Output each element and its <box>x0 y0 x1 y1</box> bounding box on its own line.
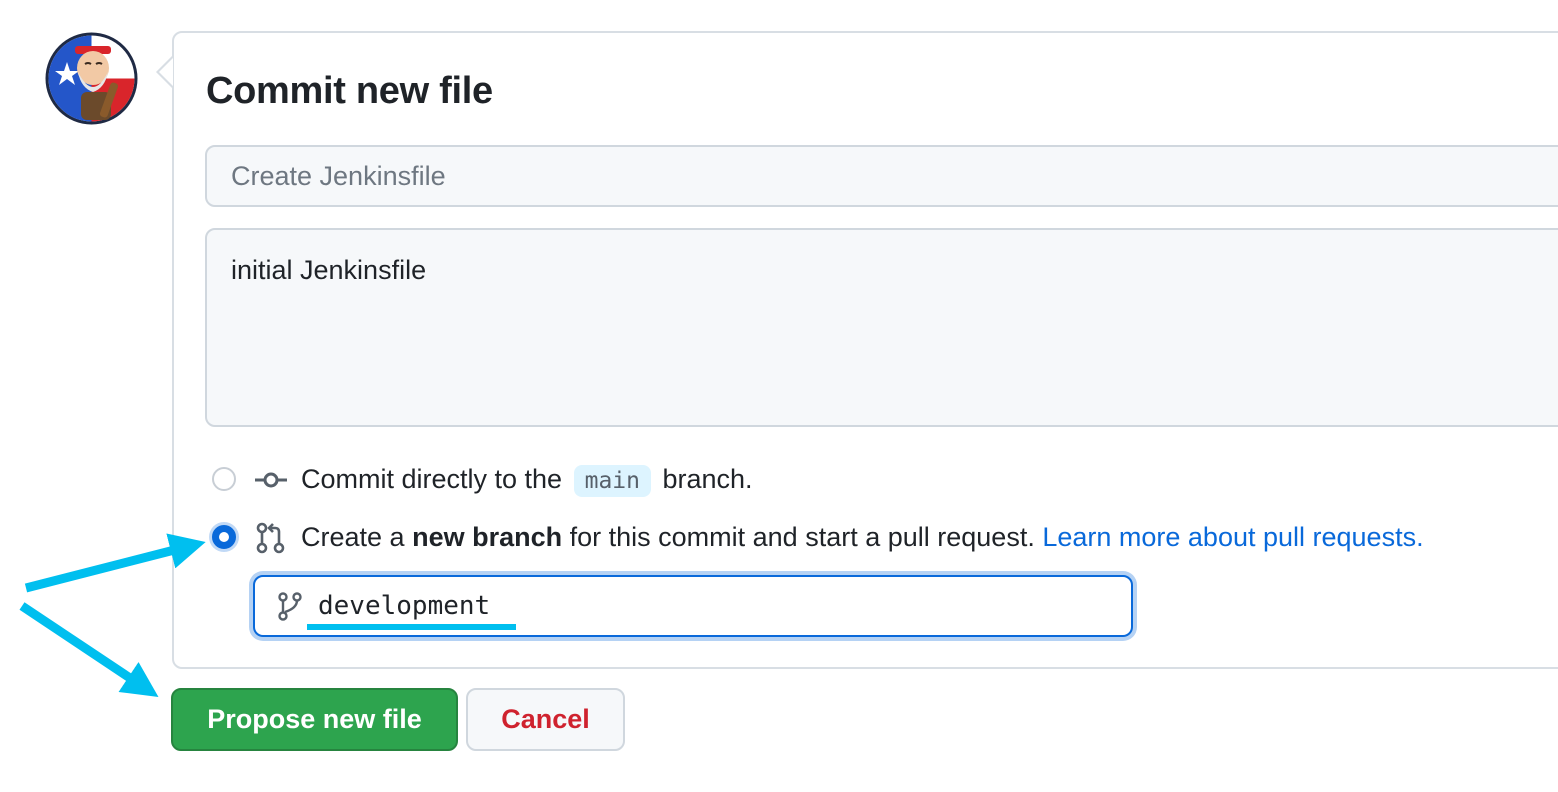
commit-description-textarea[interactable]: initial Jenkinsfile <box>205 228 1558 427</box>
new-branch-suffix: for this commit and start a pull request… <box>569 522 1035 552</box>
annotation-arrow-button <box>19 602 159 697</box>
avatar-illustration-icon <box>45 32 138 125</box>
new-branch-radio[interactable] <box>212 525 236 549</box>
git-pull-request-icon <box>256 522 285 554</box>
propose-new-file-button[interactable]: Propose new file <box>171 688 458 751</box>
branch-name-code: main <box>573 465 651 497</box>
branch-name-input[interactable] <box>318 588 1098 624</box>
commit-summary-input[interactable] <box>205 145 1558 207</box>
new-branch-label: Create a new branch for this commit and … <box>301 522 1424 553</box>
page-title: Commit new file <box>206 70 493 112</box>
annotation-arrow-radio <box>24 533 206 593</box>
git-commit-icon <box>255 472 287 488</box>
cancel-button[interactable]: Cancel <box>466 688 625 751</box>
new-branch-prefix: Create a <box>301 522 405 552</box>
learn-more-pull-requests-link[interactable]: Learn more about pull requests. <box>1042 522 1423 552</box>
avatar[interactable] <box>45 32 138 125</box>
git-branch-icon <box>278 592 302 621</box>
new-branch-emphasis: new branch <box>412 522 563 552</box>
panel-caret-fill <box>159 58 173 86</box>
commit-direct-suffix: branch. <box>662 464 753 494</box>
commit-direct-label: Commit directly to the main branch. <box>301 464 753 497</box>
commit-direct-prefix: Commit directly to the <box>301 464 563 494</box>
commit-direct-radio[interactable] <box>212 467 236 491</box>
